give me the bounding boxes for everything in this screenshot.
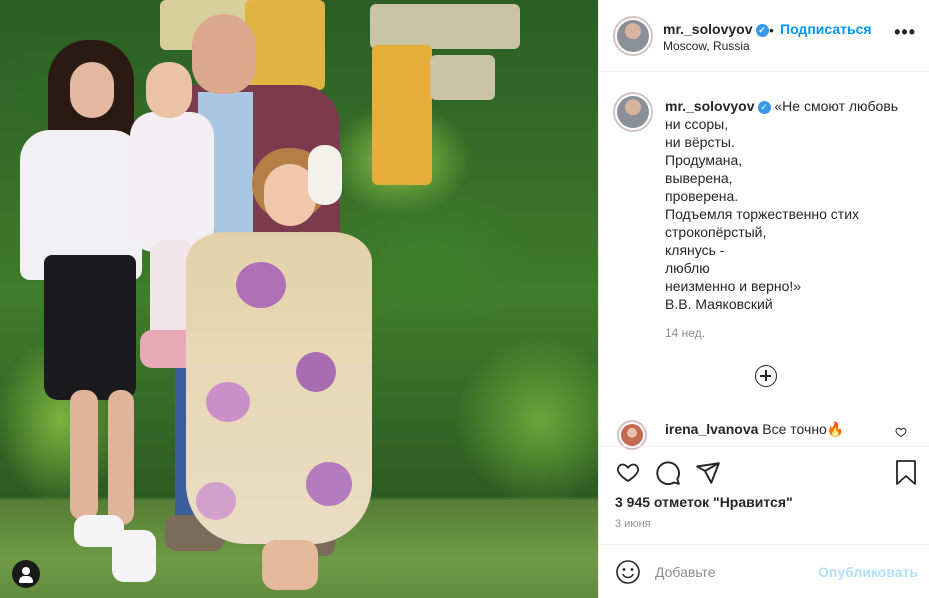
dress-flower <box>196 482 236 520</box>
caption-text-line: люблю <box>665 260 710 276</box>
dress-flower <box>206 382 250 422</box>
woman-shoe <box>112 530 156 582</box>
caption-first-line: mr._solovyov ✓ «Не смоют любовь <box>665 97 915 115</box>
caption-age[interactable]: 14 нед. <box>665 326 705 340</box>
girl-dress <box>186 232 372 544</box>
woman-leg <box>70 390 98 520</box>
caption-text-line: «Не смоют любовь <box>774 98 899 114</box>
comment-input[interactable] <box>655 559 815 585</box>
moss-letter <box>372 45 432 185</box>
user-icon <box>22 567 30 575</box>
caption-text-line: клянусь - <box>665 242 725 258</box>
caption-text-line: неизменно и верно!» <box>665 278 802 294</box>
comment-text: Все точно🔥 <box>762 421 845 437</box>
post-date[interactable]: 3 июня <box>615 518 651 530</box>
avatar-image <box>617 20 649 52</box>
post-photo[interactable] <box>0 0 598 598</box>
emoji-icon[interactable] <box>615 559 641 585</box>
caption-text-line: ни ссоры, <box>665 116 729 132</box>
verified-icon: ✓ <box>757 101 771 114</box>
man-head <box>192 14 256 94</box>
heart-icon[interactable] <box>615 460 641 484</box>
moss-letter <box>430 55 495 100</box>
likes-count[interactable]: 3 945 отметок "Нравится" <box>615 494 793 510</box>
caption-text-line: строкопёрстый, <box>665 224 767 240</box>
dress-flower <box>296 352 336 392</box>
dress-flower <box>306 462 352 506</box>
separator-dot: • <box>769 22 774 38</box>
woman-skirt <box>44 255 136 400</box>
author-avatar[interactable] <box>613 16 653 56</box>
moss-letter <box>370 4 520 49</box>
caption-text-line: Подъемля торжественно стих <box>665 206 860 222</box>
girl-bow <box>308 145 342 205</box>
caption-text-line: выверена, <box>665 170 733 186</box>
actions-divider <box>599 446 929 447</box>
heart-outline-icon[interactable] <box>895 426 907 438</box>
publish-button[interactable]: Опубликовать <box>818 564 918 580</box>
location-link[interactable]: Moscow, Russia <box>663 39 750 53</box>
caption-username[interactable]: mr._solovyov <box>665 98 755 114</box>
commenter-username[interactable]: irena_lvanova <box>665 421 758 437</box>
author-username-link[interactable]: mr._solovyov ✓ <box>663 21 769 37</box>
caption-text-line: Продумана, <box>665 152 743 168</box>
caption: mr._solovyov ✓ «Не смоют любовь ни ссоры,… <box>665 97 915 313</box>
caption-author-avatar[interactable] <box>613 92 653 132</box>
author-username: mr._solovyov <box>663 21 753 37</box>
post-header: mr._solovyov ✓ • Подписаться Moscow, Russ… <box>599 0 929 72</box>
load-more-comments-icon[interactable] <box>755 365 777 387</box>
avatar-image <box>621 424 643 446</box>
post-details-panel: mr._solovyov ✓ • Подписаться Moscow, Russ… <box>598 0 929 598</box>
toddler-head <box>146 62 192 118</box>
dress-flower <box>236 262 286 308</box>
caption-text-line: В.В. Маяковский <box>665 296 773 312</box>
woman-leg <box>108 390 134 525</box>
follow-button[interactable]: Подписаться <box>780 21 872 37</box>
verified-icon: ✓ <box>755 24 769 37</box>
avatar-image <box>617 96 649 128</box>
woman-face <box>70 62 114 118</box>
comment: irena_lvanova Все точно🔥 <box>665 421 844 438</box>
share-icon[interactable] <box>695 460 721 486</box>
moss-letter <box>245 0 325 90</box>
bookmark-icon[interactable] <box>895 460 917 486</box>
toddler-dress <box>130 112 214 252</box>
tagged-users-button[interactable] <box>12 560 40 588</box>
add-comment-bar: Опубликовать <box>599 544 929 598</box>
comment-icon[interactable] <box>655 460 681 486</box>
caption-text-line: проверена. <box>665 188 739 204</box>
girl-feet <box>262 540 318 590</box>
caption-text-line: ни вёрсты. <box>665 134 735 150</box>
more-options-icon[interactable]: ••• <box>894 22 916 43</box>
user-icon-body <box>19 576 33 583</box>
